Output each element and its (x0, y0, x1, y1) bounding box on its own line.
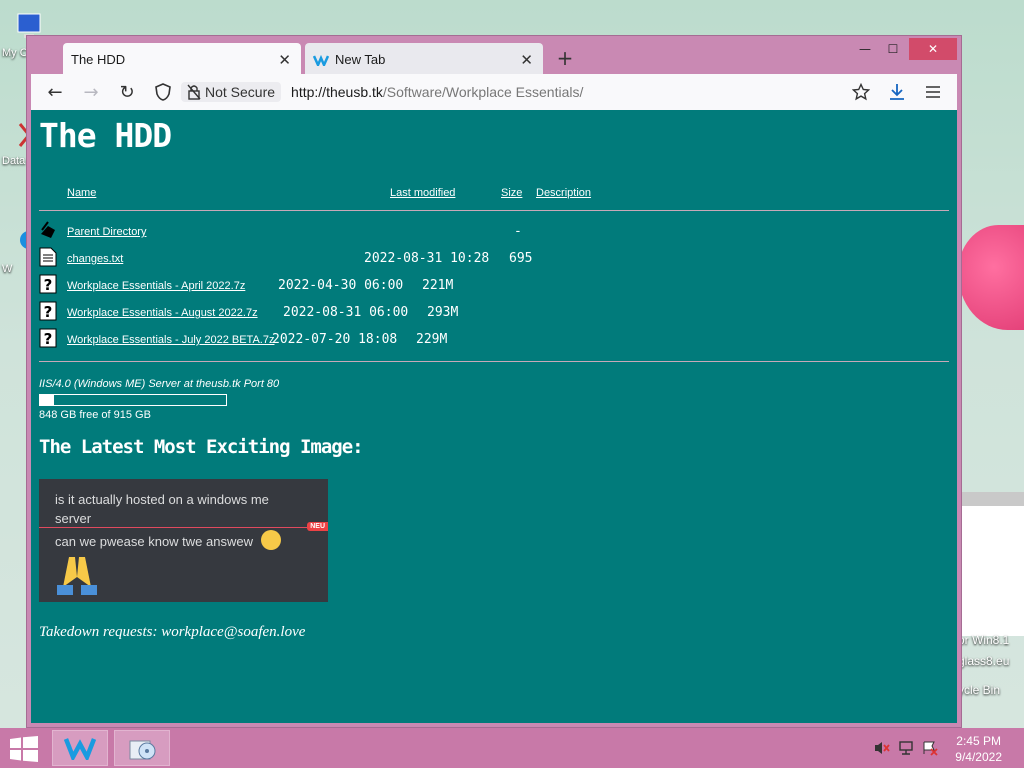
tab-the-hdd[interactable]: The HDD ✕ (63, 43, 301, 76)
maximize-button[interactable]: ☐ (877, 38, 909, 60)
disk-usage-fill (40, 395, 54, 405)
image-new-badge: NEU (307, 522, 328, 531)
desktop-panel (962, 506, 1024, 636)
disk-free-text: 848 GB free of 915 GB (39, 409, 151, 421)
image-message-1: is it actually hosted on a windows me se… (55, 492, 269, 526)
table-row: Parent Directory - (39, 220, 949, 242)
takedown-text: Takedown requests: workplace@soafen.love (39, 624, 306, 640)
table-row: changes.txt 2022-08-31 10:28 695 (39, 247, 949, 269)
pleading-emoji-icon (261, 530, 281, 550)
desktop-icon-label: Data (2, 155, 26, 167)
image-message-2: can we pwease know twe answew (55, 534, 253, 549)
chat-screenshot-image: is it actually hosted on a windows me se… (39, 479, 328, 602)
divider-top (39, 210, 949, 211)
windows-start-icon[interactable] (10, 736, 38, 762)
close-window-button[interactable]: ✕ (909, 38, 957, 60)
waterfox-icon (313, 54, 329, 66)
waterfox-icon (64, 738, 96, 760)
tab-title: New Tab (335, 52, 386, 67)
table-row: ? Workplace Essentials - July 2022 BETA.… (39, 328, 949, 350)
download-icon[interactable] (879, 74, 915, 110)
praying-hands-icon (57, 557, 97, 595)
unknown-file-icon: ? (39, 274, 57, 294)
tab-new-tab[interactable]: New Tab ✕ (305, 43, 543, 76)
desktop-icon-label: W (2, 263, 13, 275)
text-file-icon (39, 247, 57, 267)
reload-button[interactable]: ↻ (109, 74, 145, 110)
security-indicator[interactable]: Not Secure (181, 82, 282, 102)
clock-date: 9/4/2022 (955, 750, 1002, 764)
file-date: 2022-08-31 10:28 (364, 251, 490, 266)
browser-window: The HDD ✕ New Tab ✕ + — ☐ ✕ ← → ↻ Not Se… (26, 35, 962, 728)
back-button[interactable]: ← (37, 74, 73, 110)
file-link[interactable]: Workplace Essentials - April 2022.7z (67, 280, 245, 292)
wallpaper-flower (958, 225, 1024, 330)
desktop-icon-label: My C (2, 47, 28, 59)
svg-text:?: ? (44, 276, 53, 294)
table-row: ? Workplace Essentials - August 2022.7z … (39, 301, 949, 323)
file-size: 221M (422, 278, 454, 293)
navigation-toolbar: ← → ↻ Not Secure http://theusb.tk/Softwa… (31, 74, 957, 110)
unknown-file-icon: ? (39, 328, 57, 348)
unknown-file-icon: ? (39, 301, 57, 321)
security-label: Not Secure (205, 84, 276, 100)
desktop-text-1: or Win8.1 (958, 633, 1010, 647)
svg-text:?: ? (44, 330, 53, 348)
column-size-link[interactable]: Size (501, 187, 522, 199)
server-info: IIS/4.0 (Windows ME) Server at theusb.tk… (39, 378, 280, 390)
file-size: 229M (416, 332, 448, 347)
desktop-text-2: glass8.eu (958, 654, 1010, 668)
action-center-icon[interactable] (922, 740, 938, 756)
svg-text:?: ? (44, 303, 53, 321)
lock-strike-icon (187, 84, 201, 100)
menu-icon[interactable] (915, 74, 951, 110)
image-new-divider (39, 527, 328, 528)
page-content: The HDD Name Last modified Size Descript… (31, 110, 957, 723)
tab-strip: The HDD ✕ New Tab ✕ + — ☐ ✕ (31, 38, 957, 76)
tab-title: The HDD (71, 52, 126, 67)
image-heading: The Latest Most Exciting Image: (39, 436, 364, 458)
divider-bottom (39, 361, 949, 362)
recycle-bin-label[interactable]: ycle Bin (958, 683, 1000, 697)
close-tab-icon[interactable]: ✕ (278, 51, 291, 69)
star-icon[interactable] (843, 74, 879, 110)
file-size: 695 (509, 251, 533, 266)
file-link[interactable]: changes.txt (67, 253, 123, 265)
back-icon (41, 221, 55, 238)
taskbar-waterfox[interactable] (52, 730, 108, 766)
file-date: 2022-08-31 06:00 (283, 305, 409, 320)
file-date: 2022-07-20 18:08 (272, 332, 398, 347)
file-link[interactable]: Workplace Essentials - August 2022.7z (67, 307, 258, 319)
file-size: 293M (427, 305, 459, 320)
network-icon[interactable] (898, 740, 914, 756)
file-size: - (514, 224, 522, 239)
page-title: The HDD (39, 116, 172, 155)
folder-disc-icon (129, 740, 156, 760)
file-link[interactable]: Workplace Essentials - July 2022 BETA.7z (67, 334, 274, 346)
system-clock[interactable]: 2:45 PM 9/4/2022 (955, 733, 1002, 765)
desktop-panel-bar (962, 492, 1024, 506)
clock-time: 2:45 PM (956, 734, 1001, 748)
volume-muted-icon[interactable] (874, 740, 890, 756)
address-bar[interactable]: Not Secure http://theusb.tk/Software/Wor… (181, 78, 583, 106)
file-date: 2022-04-30 06:00 (278, 278, 404, 293)
parent-directory-link[interactable]: Parent Directory (67, 226, 146, 238)
new-tab-button[interactable]: + (555, 48, 575, 68)
column-description-link[interactable]: Description (536, 187, 591, 199)
taskbar: 2:45 PM 9/4/2022 (0, 728, 1024, 768)
url-path: /Software/Workplace Essentials/ (382, 84, 584, 100)
close-tab-icon[interactable]: ✕ (520, 51, 533, 69)
url-domain: http://theusb.tk (291, 84, 383, 100)
table-row: ? Workplace Essentials - April 2022.7z 2… (39, 274, 949, 296)
column-name-link[interactable]: Name (67, 187, 96, 199)
taskbar-file-manager[interactable] (114, 730, 170, 766)
forward-button[interactable]: → (73, 74, 109, 110)
disk-usage-bar (39, 394, 227, 406)
shield-icon[interactable] (145, 74, 181, 110)
column-last-modified-link[interactable]: Last modified (390, 187, 455, 199)
